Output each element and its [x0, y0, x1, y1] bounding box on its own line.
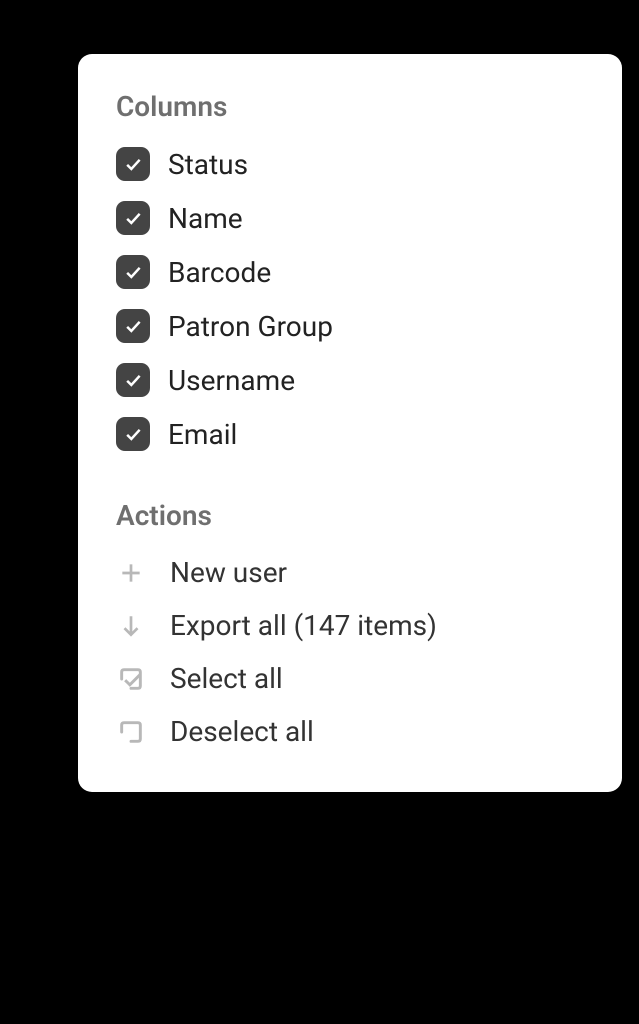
checkbox-checked-icon — [116, 417, 150, 451]
select-all-icon — [116, 664, 146, 694]
deselect-all-icon — [116, 717, 146, 747]
action-export-all[interactable]: Export all (147 items) — [116, 609, 584, 642]
column-item-patron-group[interactable]: Patron Group — [116, 309, 584, 343]
action-deselect-all[interactable]: Deselect all — [116, 715, 584, 748]
column-item-barcode[interactable]: Barcode — [116, 255, 584, 289]
plus-icon — [116, 558, 146, 588]
action-label: Select all — [170, 662, 283, 695]
columns-list: Status Name Barcode Patron Group Usernam — [116, 147, 584, 451]
column-label: Name — [168, 202, 243, 235]
column-item-status[interactable]: Status — [116, 147, 584, 181]
column-label: Barcode — [168, 256, 271, 289]
columns-heading: Columns — [116, 90, 584, 123]
checkbox-checked-icon — [116, 255, 150, 289]
checkbox-checked-icon — [116, 309, 150, 343]
checkbox-checked-icon — [116, 363, 150, 397]
column-item-email[interactable]: Email — [116, 417, 584, 451]
column-item-name[interactable]: Name — [116, 201, 584, 235]
column-label: Username — [168, 364, 295, 397]
action-label: Deselect all — [170, 715, 314, 748]
checkbox-checked-icon — [116, 147, 150, 181]
download-arrow-icon — [116, 611, 146, 641]
column-label: Patron Group — [168, 310, 333, 343]
checkbox-checked-icon — [116, 201, 150, 235]
actions-list: New user Export all (147 items) Select a… — [116, 556, 584, 748]
action-label: Export all (147 items) — [170, 609, 437, 642]
actions-heading: Actions — [116, 499, 584, 532]
column-item-username[interactable]: Username — [116, 363, 584, 397]
column-label: Status — [168, 148, 248, 181]
action-select-all[interactable]: Select all — [116, 662, 584, 695]
action-new-user[interactable]: New user — [116, 556, 584, 589]
dropdown-panel: Columns Status Name Barcode Patron Group — [78, 54, 622, 792]
action-label: New user — [170, 556, 287, 589]
column-label: Email — [168, 418, 237, 451]
